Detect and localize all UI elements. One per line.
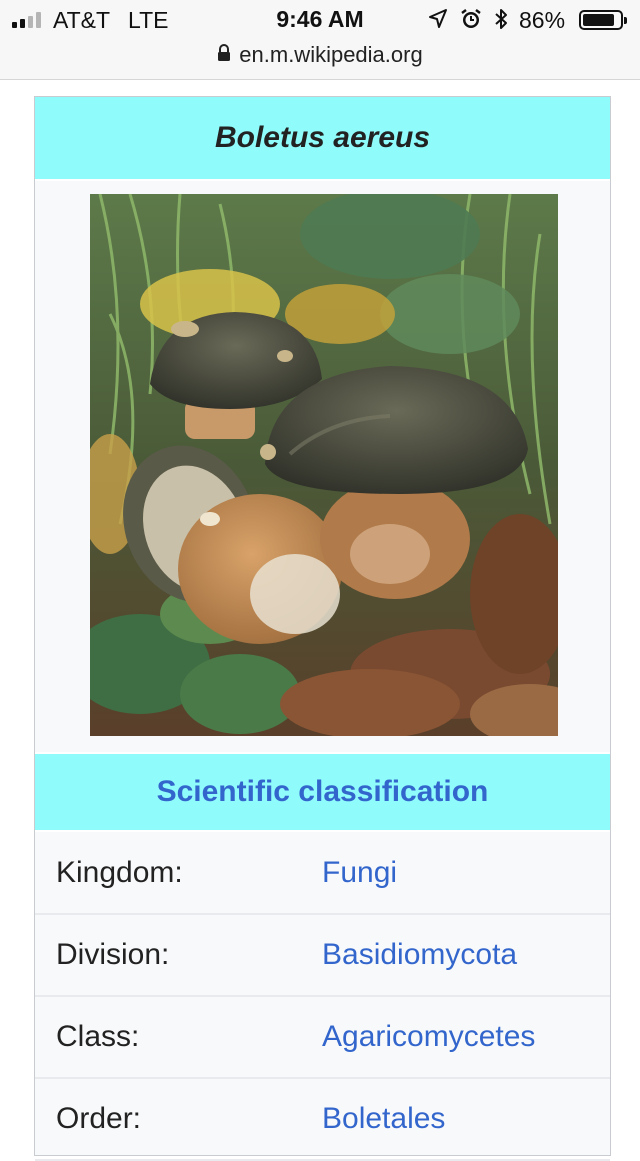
browser-chrome: AT&T LTE 9:46 AM 86% en.m.wikipedia.org <box>0 0 640 80</box>
taxobox: Boletus aereus Scientific classification… <box>34 96 611 1161</box>
row-value-link[interactable]: Agaricomycetes <box>322 1020 535 1054</box>
bluetooth-icon <box>494 8 508 30</box>
row-value-link[interactable]: Fungi <box>322 856 397 890</box>
table-row: Order: Boletales <box>35 1079 610 1161</box>
infobox-title: Boletus aereus <box>35 97 610 181</box>
url-text[interactable]: en.m.wikipedia.org <box>239 42 422 68</box>
status-bar: AT&T LTE 9:46 AM 86% <box>0 0 640 40</box>
mushroom-photo[interactable] <box>90 194 558 736</box>
location-arrow-icon <box>428 8 448 30</box>
row-value-link[interactable]: Basidiomycota <box>322 938 517 972</box>
table-row: Kingdom: Fungi <box>35 833 610 915</box>
row-label: Order: <box>56 1102 142 1135</box>
lock-icon <box>217 42 231 68</box>
battery-icon <box>579 10 627 30</box>
classification-table: Kingdom: Fungi Division: Basidiomycota C… <box>35 833 610 1161</box>
scientific-classification-heading[interactable]: Scientific classification <box>35 752 610 832</box>
row-label: Division: <box>56 938 170 971</box>
alarm-icon <box>460 8 482 30</box>
row-label: Class: <box>56 1020 140 1053</box>
row-label: Kingdom: <box>56 856 183 889</box>
row-value-link[interactable]: Boletales <box>322 1102 445 1136</box>
table-row: Division: Basidiomycota <box>35 915 610 997</box>
table-row: Class: Agaricomycetes <box>35 997 610 1079</box>
address-bar[interactable]: en.m.wikipedia.org <box>0 40 640 70</box>
battery-percent: 86% <box>519 7 566 33</box>
